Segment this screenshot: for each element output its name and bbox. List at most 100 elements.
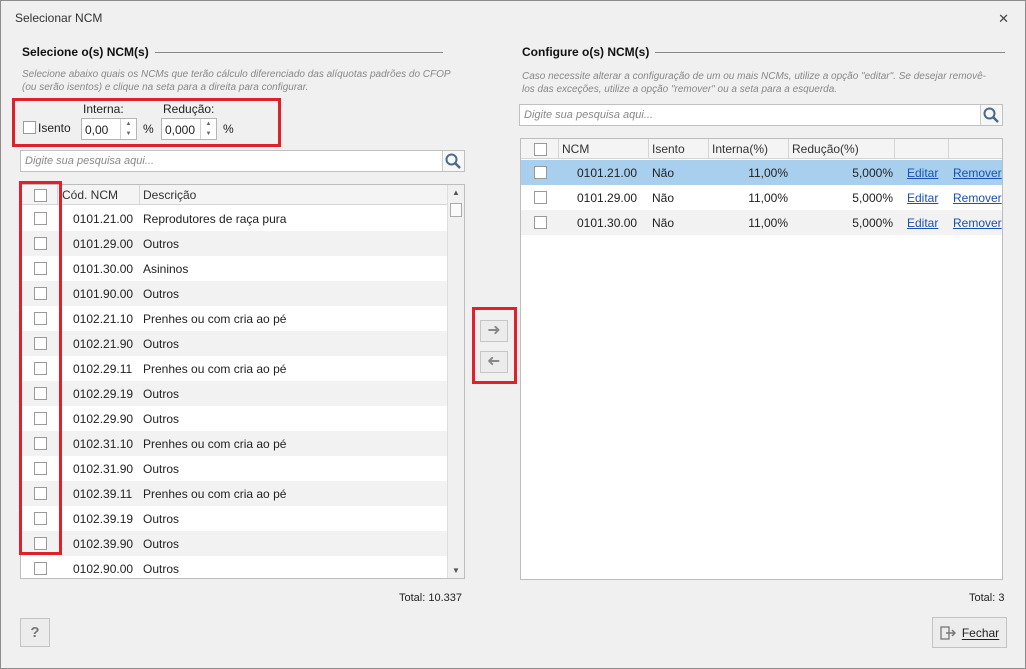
row-isento: Não: [652, 216, 675, 230]
arrow-left-icon: ➜: [487, 353, 501, 370]
row-isento: Não: [652, 191, 675, 205]
col-ncm[interactable]: NCM: [562, 142, 589, 156]
table-row[interactable]: 0102.29.19 Outros: [21, 381, 448, 406]
table-row[interactable]: 0102.21.10 Prenhes ou com cria ao pé: [21, 306, 448, 331]
row-description: Outros: [143, 287, 180, 301]
spin-down-icon[interactable]: ▼: [121, 129, 136, 139]
row-checkbox[interactable]: [534, 191, 547, 204]
help-button[interactable]: ?: [20, 618, 50, 647]
table-row[interactable]: 0102.39.90 Outros: [21, 531, 448, 556]
close-icon[interactable]: ✕: [998, 11, 1009, 27]
row-remove-link[interactable]: Remover: [953, 191, 1002, 205]
col-separator: [788, 139, 789, 159]
table-row[interactable]: 0101.29.00 Não 11,00% 5,000% Editar Remover: [521, 185, 1002, 210]
left-heading-text: Selecione o(s) NCM(s): [22, 45, 149, 59]
table-row[interactable]: 0101.30.00 Não 11,00% 5,000% Editar Remover: [521, 210, 1002, 235]
table-row[interactable]: 0102.31.10 Prenhes ou com cria ao pé: [21, 431, 448, 456]
row-code: 0101.30.00: [73, 262, 134, 276]
ncm-source-table: Cód. NCM Descrição 0101.21.00 Reprodutore…: [20, 184, 465, 579]
reducao-stepper[interactable]: 0,000 ▲ ▼: [161, 118, 217, 140]
row-reducao: 5,000%: [852, 191, 893, 205]
left-search-placeholder: Digite sua pesquisa aqui...: [25, 155, 155, 167]
row-code: 0102.29.90: [73, 412, 134, 426]
row-reducao: 5,000%: [852, 216, 893, 230]
checkbox-column-highlight: [19, 181, 62, 555]
row-code: 0101.29.00: [73, 237, 134, 251]
row-edit-link[interactable]: Editar: [907, 216, 938, 230]
table-row[interactable]: 0101.90.00 Outros: [21, 281, 448, 306]
table-row[interactable]: 0101.29.00 Outros: [21, 231, 448, 256]
right-heading-text: Configure o(s) NCM(s): [522, 45, 650, 59]
row-checkbox[interactable]: [34, 562, 47, 575]
close-button[interactable]: Fechar: [932, 617, 1007, 648]
spin-up-icon[interactable]: ▲: [201, 119, 216, 129]
ncm-config-header: NCM Isento Interna(%) Redução(%): [521, 139, 1002, 159]
right-hint: Caso necessite alterar a configuração de…: [522, 71, 986, 95]
table-row[interactable]: 0102.39.11 Prenhes ou com cria ao pé: [21, 481, 448, 506]
row-remove-link[interactable]: Remover: [953, 166, 1002, 180]
table-row[interactable]: 0101.30.00 Asininos: [21, 256, 448, 281]
row-code: 0102.29.19: [73, 387, 134, 401]
search-icon: [445, 153, 461, 169]
right-search-input[interactable]: Digite sua pesquisa aqui...: [519, 104, 1003, 126]
exit-icon: [940, 625, 956, 640]
row-checkbox[interactable]: [534, 216, 547, 229]
col-reducao[interactable]: Redução(%): [792, 142, 859, 156]
row-interna: 11,00%: [748, 166, 788, 180]
row-description: Prenhes ou com cria ao pé: [143, 437, 287, 451]
col-isento[interactable]: Isento: [652, 142, 685, 156]
col-interna[interactable]: Interna(%): [712, 142, 768, 156]
row-edit-link[interactable]: Editar: [907, 166, 938, 180]
help-icon: ?: [30, 624, 40, 641]
table-row[interactable]: 0102.39.19 Outros: [21, 506, 448, 531]
right-section-heading: Configure o(s) NCM(s): [522, 45, 1006, 59]
row-reducao: 5,000%: [852, 166, 893, 180]
row-description: Prenhes ou com cria ao pé: [143, 312, 287, 326]
table-row[interactable]: 0101.21.00 Reprodutores de raça pura: [21, 206, 448, 231]
left-search-input[interactable]: Digite sua pesquisa aqui...: [20, 150, 465, 172]
table-row[interactable]: 0102.29.11 Prenhes ou com cria ao pé: [21, 356, 448, 381]
interna-pct: %: [143, 122, 154, 136]
row-description: Outros: [143, 462, 180, 476]
row-description: Outros: [143, 412, 180, 426]
row-ncm: 0101.29.00: [577, 191, 638, 205]
row-interna: 11,00%: [748, 216, 788, 230]
scroll-up-icon[interactable]: ▲: [452, 188, 460, 197]
reducao-label: Redução:: [163, 102, 215, 116]
interna-stepper[interactable]: 0,00 ▲ ▼: [81, 118, 137, 140]
config-select-all-checkbox[interactable]: [534, 143, 547, 156]
col-descricao[interactable]: Descrição: [143, 188, 196, 202]
row-description: Asininos: [143, 262, 189, 276]
col-cod-ncm[interactable]: Cód. NCM: [62, 188, 118, 202]
col-separator: [558, 139, 559, 159]
table-row[interactable]: 0102.31.90 Outros: [21, 456, 448, 481]
scroll-thumb[interactable]: [450, 203, 462, 217]
ncm-source-header: Cód. NCM Descrição: [21, 185, 448, 205]
table-row[interactable]: 0102.90.00 Outros: [21, 556, 448, 578]
row-ncm: 0101.21.00: [577, 166, 638, 180]
search-icon: [983, 107, 999, 123]
move-right-button[interactable]: ➜: [480, 320, 508, 342]
reducao-spin-buttons[interactable]: ▲ ▼: [200, 119, 216, 139]
left-scrollbar[interactable]: ▲ ▼: [447, 185, 464, 578]
row-remove-link[interactable]: Remover: [953, 216, 1002, 230]
row-isento: Não: [652, 166, 675, 180]
col-separator: [894, 139, 895, 159]
isento-checkbox[interactable]: [23, 121, 36, 134]
left-search-button[interactable]: [442, 151, 464, 171]
row-edit-link[interactable]: Editar: [907, 191, 938, 205]
row-code: 0101.90.00: [73, 287, 134, 301]
table-row[interactable]: 0101.21.00 Não 11,00% 5,000% Editar Remover: [521, 160, 1002, 185]
reducao-value: 0,000: [165, 123, 196, 137]
row-description: Outros: [143, 337, 180, 351]
right-total: Total: 3: [969, 592, 1005, 604]
table-row[interactable]: 0102.29.90 Outros: [21, 406, 448, 431]
row-checkbox[interactable]: [534, 166, 547, 179]
right-search-button[interactable]: [980, 105, 1002, 125]
interna-spin-buttons[interactable]: ▲ ▼: [120, 119, 136, 139]
table-row[interactable]: 0102.21.90 Outros: [21, 331, 448, 356]
spin-down-icon[interactable]: ▼: [201, 129, 216, 139]
move-left-button[interactable]: ➜: [480, 351, 508, 373]
scroll-down-icon[interactable]: ▼: [452, 566, 460, 575]
spin-up-icon[interactable]: ▲: [121, 119, 136, 129]
